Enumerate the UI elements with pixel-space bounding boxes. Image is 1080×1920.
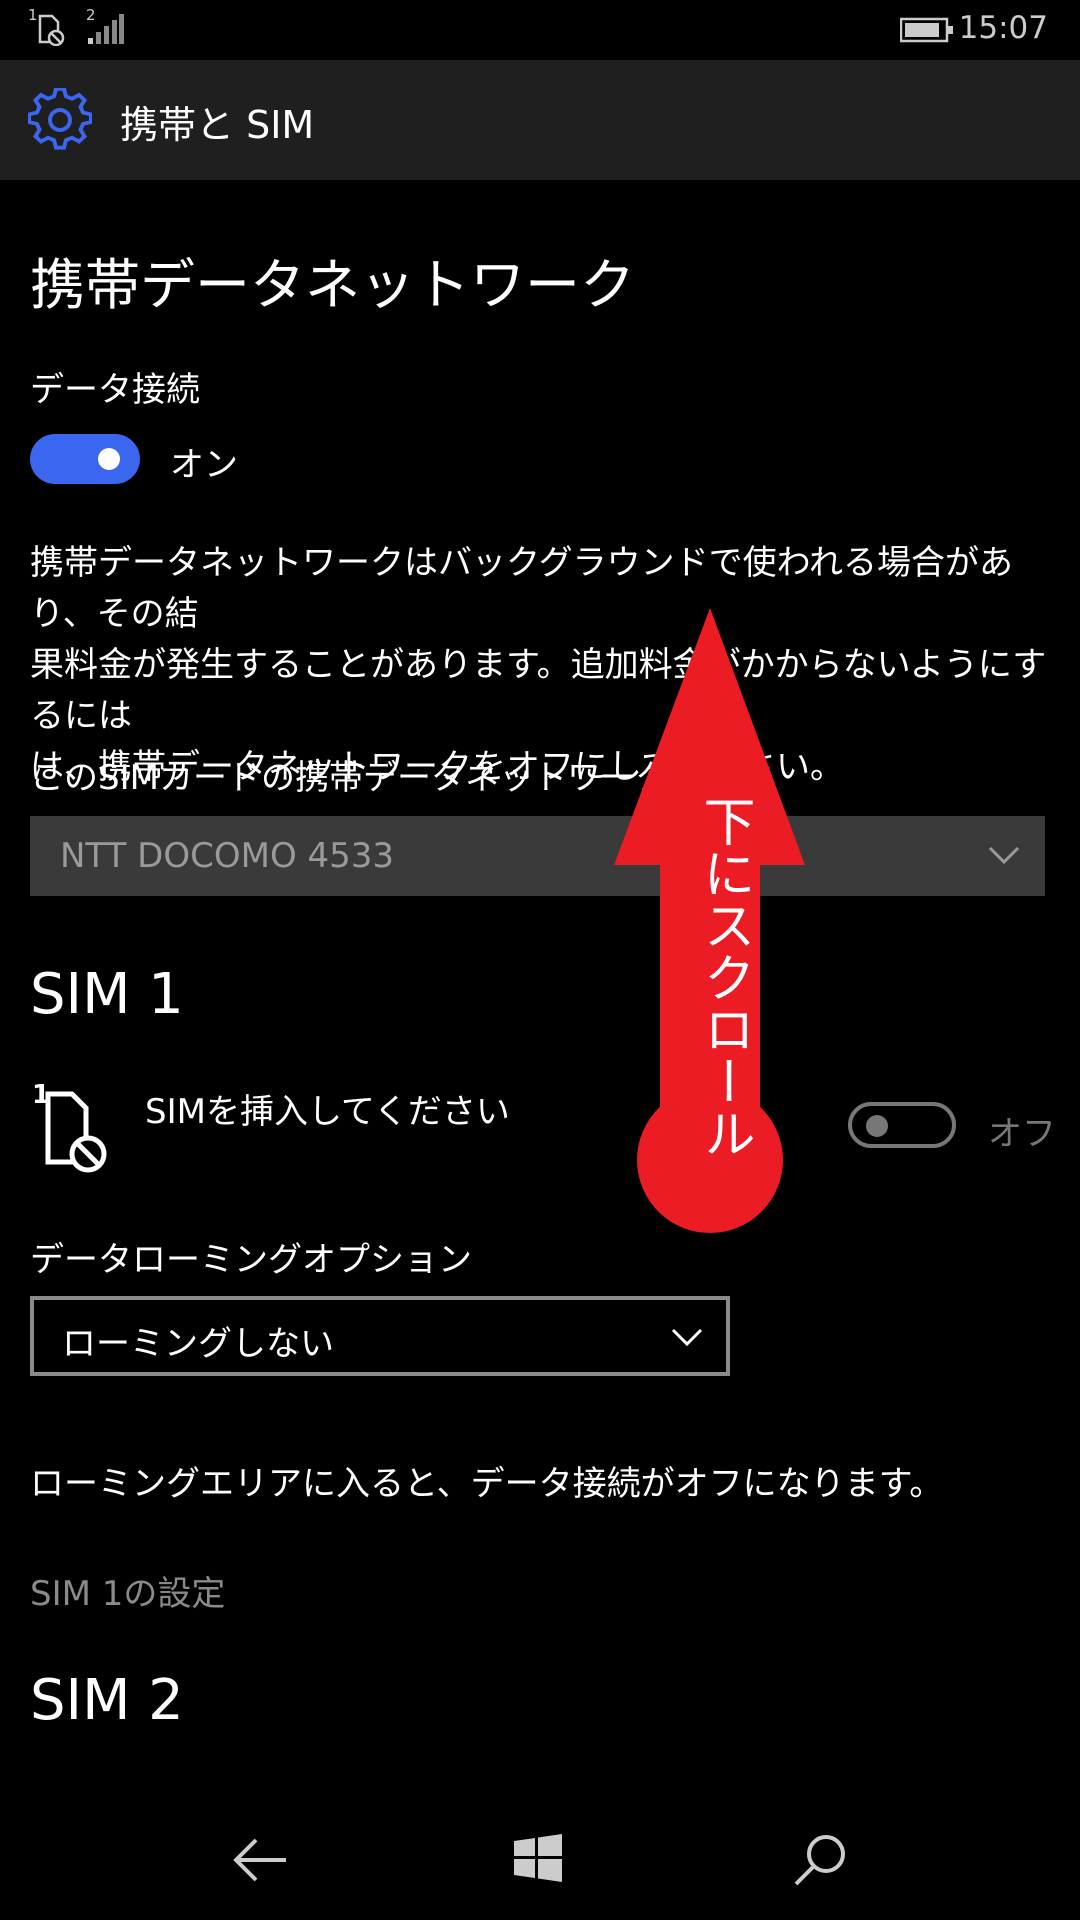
toggle-knob (866, 1115, 888, 1137)
chevron-down-icon (988, 846, 1020, 865)
battery-icon (900, 17, 953, 43)
description-line: 携帯データネットワークはバックグラウンドで使われる場合があり、その結 (30, 543, 1013, 634)
page-title: 携帯と SIM (120, 103, 315, 147)
sim-network-dropdown[interactable]: NTT DOCOMO 4533 (30, 816, 1045, 896)
gear-icon (28, 88, 92, 150)
roaming-value: ローミングしない (62, 1324, 334, 1364)
toggle-knob (98, 448, 120, 470)
sim-missing-icon (38, 14, 65, 46)
sim1-toggle-state: オフ (988, 1114, 1056, 1154)
data-connection-label: データ接続 (30, 370, 200, 410)
sim1-heading: SIM 1 (30, 962, 184, 1027)
chevron-down-icon (671, 1328, 703, 1347)
sim-select-label: このSIMカードの携帯データネットワークを使う (30, 758, 771, 798)
sim2-heading: SIM 2 (30, 1668, 184, 1733)
windows-start-icon[interactable] (514, 1834, 562, 1882)
sim1-insert-text: SIMを挿入してください (145, 1092, 510, 1132)
description-line: 果料金が発生することがあります。追加料金がかからないようにするには (30, 645, 1047, 736)
status-bar: 1 2 15:07 (0, 0, 1080, 60)
data-connection-toggle[interactable] (30, 434, 140, 484)
section-title: 携帯データネットワーク (30, 253, 636, 317)
clock: 15:07 (958, 10, 1048, 46)
app-header: 携帯と SIM (0, 60, 1080, 180)
data-connection-state: オン (170, 445, 238, 485)
sim-missing-icon (45, 1091, 107, 1173)
back-arrow-icon[interactable] (232, 1836, 288, 1884)
signal-bars-icon (88, 14, 124, 44)
sim1-status: 1 (30, 1080, 120, 1173)
roaming-label: データローミングオプション (30, 1240, 472, 1280)
sim1-toggle[interactable] (848, 1102, 956, 1148)
sim-network-value: NTT DOCOMO 4533 (60, 836, 395, 876)
roaming-note: ローミングエリアに入ると、データ接続がオフになります。 (30, 1464, 944, 1504)
search-icon[interactable] (792, 1832, 848, 1888)
navigation-bar (0, 1800, 1080, 1920)
sim1-settings-link[interactable]: SIM 1の設定 (30, 1566, 225, 1615)
roaming-dropdown[interactable]: ローミングしない (30, 1296, 730, 1376)
